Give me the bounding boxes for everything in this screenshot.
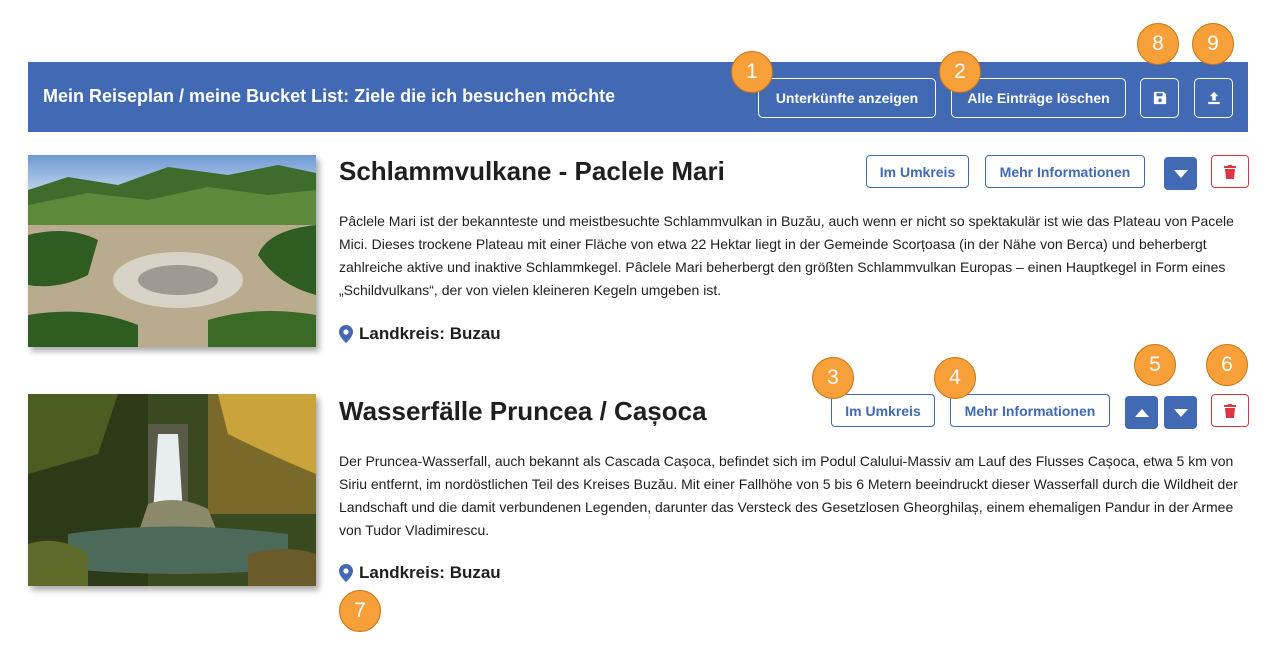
move-down-button[interactable] [1164,157,1197,190]
delete-button[interactable] [1211,155,1249,188]
export-button[interactable] [1194,78,1233,118]
move-up-button[interactable] [1125,396,1158,429]
trash-icon [1224,403,1236,418]
entry-region: Landkreis: Buzau [339,324,501,344]
entry-image-mud-volcanoes [28,155,316,347]
chevron-up-icon [1134,408,1149,417]
nearby-button[interactable]: Im Umkreis [866,155,969,188]
region-label: Landkreis: Buzau [359,324,501,343]
save-button[interactable] [1140,78,1179,118]
show-accommodations-button[interactable]: Unterkünfte anzeigen [758,78,936,118]
annotation-marker-2: 2 [939,51,981,93]
chevron-down-icon [1173,169,1188,178]
show-accommodations-label: Unterkünfte anzeigen [775,90,919,106]
region-label: Landkreis: Buzau [359,563,501,582]
more-info-label: Mehr Informationen [999,163,1131,180]
annotation-marker-9: 9 [1192,23,1234,65]
nearby-button[interactable]: Im Umkreis [831,394,935,427]
nearby-label: Im Umkreis [879,163,956,180]
delete-button[interactable] [1211,394,1249,427]
entry-description: Der Pruncea-Wasserfall, auch bekannt als… [339,453,1238,538]
map-marker-icon [339,564,353,582]
annotation-marker-6: 6 [1206,344,1248,386]
annotation-marker-7: 7 [339,590,381,632]
entry-title: Schlammvulkane - Paclele Mari [339,156,725,186]
chevron-down-icon [1173,408,1188,417]
entry-region: Landkreis: Buzau [339,563,501,583]
move-down-button[interactable] [1164,396,1197,429]
save-icon [1153,91,1166,105]
map-marker-icon [339,325,353,343]
upload-icon [1207,91,1220,105]
delete-all-button[interactable]: Alle Einträge löschen [951,78,1126,118]
entry-image-waterfall [28,394,316,586]
annotation-marker-5: 5 [1134,344,1176,386]
entry-title: Wasserfälle Pruncea / Cașoca [339,396,707,426]
page-title: Mein Reiseplan / meine Bucket List: Ziel… [43,86,616,106]
annotation-marker-8: 8 [1137,23,1179,65]
delete-all-label: Alle Einträge löschen [967,90,1110,106]
header-bar: Mein Reiseplan / meine Bucket List: Ziel… [28,62,1248,132]
entry-description: Pâclele Mari ist der bekannteste und mei… [339,213,1234,298]
trash-icon [1224,164,1236,179]
more-info-button[interactable]: Mehr Informationen [950,394,1110,427]
annotation-marker-1: 1 [731,51,773,93]
annotation-marker-4: 4 [934,357,976,399]
more-info-button[interactable]: Mehr Informationen [985,155,1145,188]
annotation-marker-3: 3 [812,357,854,399]
more-info-label: Mehr Informationen [964,402,1096,419]
nearby-label: Im Umkreis [845,402,921,419]
